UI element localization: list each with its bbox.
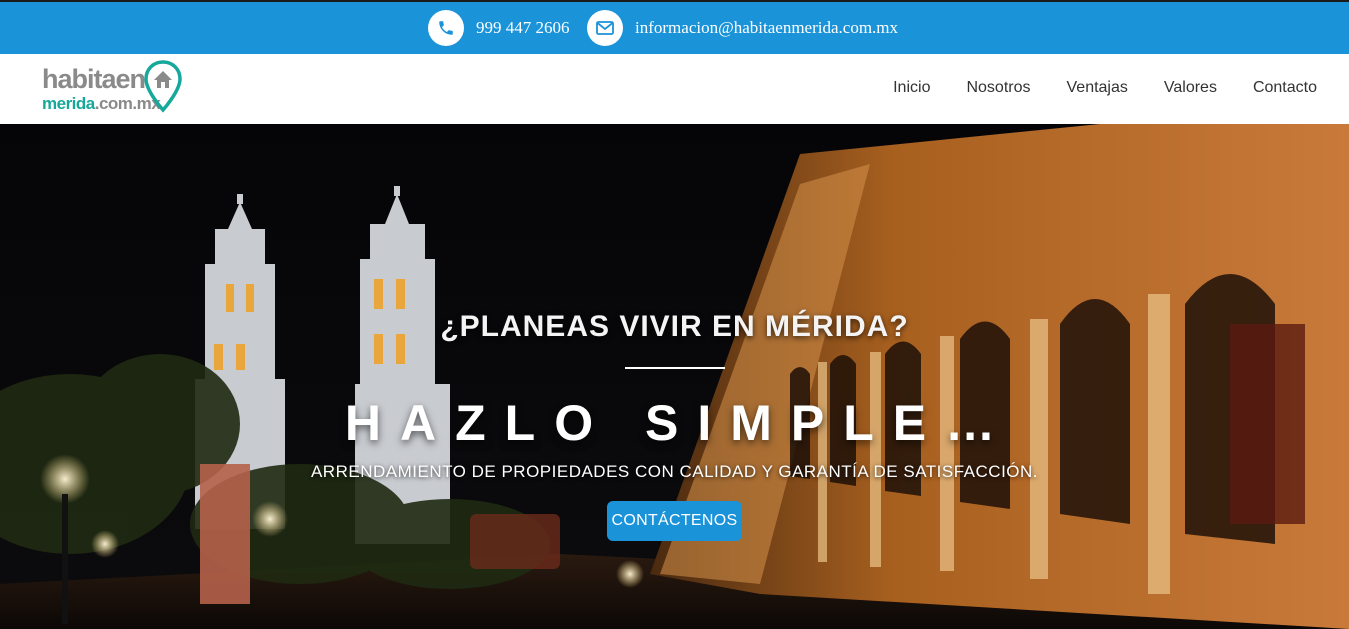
- main-nav: Inicio Nosotros Ventajas Valores Contact…: [857, 78, 1317, 98]
- nav-item-valores[interactable]: Valores: [1164, 78, 1217, 98]
- contact-bar: 999 447 2606 informacion@habitaenmerida.…: [0, 0, 1349, 54]
- nav-item-inicio[interactable]: Inicio: [893, 78, 930, 98]
- contact-button[interactable]: CONTÁCTENOS: [607, 501, 742, 541]
- nav-item-contacto[interactable]: Contacto: [1253, 78, 1317, 98]
- phone-contact[interactable]: 999 447 2606: [428, 9, 570, 47]
- hero-subtitle: ARRENDAMIENTO DE PROPIEDADES CON CALIDAD…: [310, 462, 1039, 481]
- hero-divider: [625, 367, 725, 369]
- phone-icon: [428, 10, 464, 46]
- nav-item-nosotros[interactable]: Nosotros: [966, 78, 1030, 98]
- site-logo[interactable]: habitaen merida.com.mx: [40, 60, 190, 119]
- site-header: habitaen merida.com.mx Inicio Nosotros V…: [0, 54, 1349, 124]
- hero-headline: HAZLO SIMPLE…: [344, 395, 1015, 451]
- phone-number[interactable]: 999 447 2606: [476, 18, 570, 38]
- hero-content: ¿PLANEAS VIVIR EN MÉRIDA? HAZLO SIMPLE… …: [0, 124, 1349, 629]
- envelope-icon: [587, 10, 623, 46]
- email-address[interactable]: informacion@habitaenmerida.com.mx: [635, 18, 898, 38]
- house-pin-icon: [144, 60, 182, 119]
- nav-item-ventajas[interactable]: Ventajas: [1067, 78, 1128, 98]
- logo-text-line1: habitaen: [42, 64, 146, 94]
- logo-text-merida: merida: [42, 94, 95, 113]
- logo-text-line2: merida.com.mx: [42, 94, 161, 114]
- email-contact[interactable]: informacion@habitaenmerida.com.mx: [587, 9, 898, 47]
- hero-title: ¿PLANEAS VIVIR EN MÉRIDA?: [440, 310, 909, 343]
- hero-section: ¿PLANEAS VIVIR EN MÉRIDA? HAZLO SIMPLE… …: [0, 124, 1349, 629]
